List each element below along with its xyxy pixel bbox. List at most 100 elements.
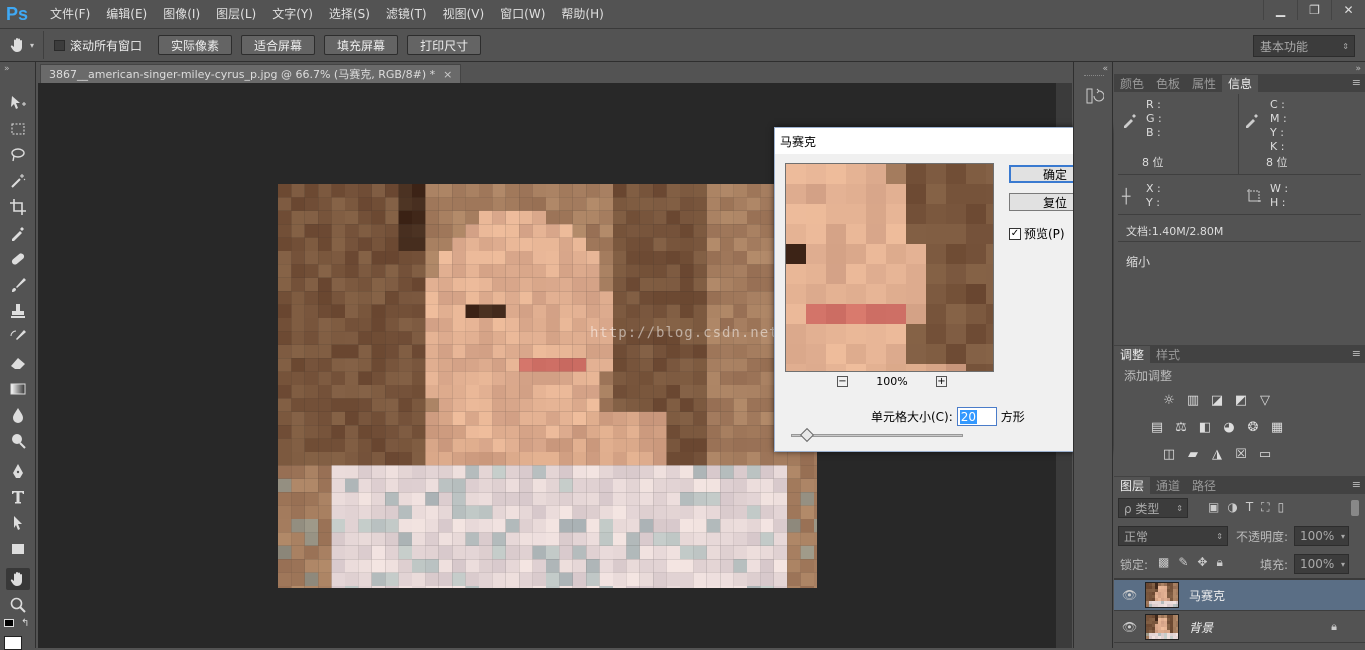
zoom-in-button[interactable]: +	[935, 376, 947, 387]
type-tool-icon[interactable]	[6, 486, 30, 508]
tab-info[interactable]: 信息	[1222, 75, 1259, 92]
vibrance-icon[interactable]: ▽	[1256, 392, 1274, 408]
menu-filter[interactable]: 滤镜(T)	[378, 0, 435, 28]
magic-wand-tool-icon[interactable]	[6, 170, 30, 192]
panel-menu-icon[interactable]: ≡	[1352, 478, 1361, 491]
slider-thumb[interactable]	[799, 427, 815, 443]
menu-select[interactable]: 选择(S)	[321, 0, 378, 28]
channel-mixer-icon[interactable]: ❂	[1244, 419, 1262, 435]
scroll-all-windows-checkbox[interactable]	[54, 39, 65, 51]
hue-saturation-icon[interactable]: ▤	[1148, 419, 1166, 435]
cell-size-input[interactable]: 20	[956, 407, 997, 426]
default-colors-icon[interactable]	[4, 619, 14, 627]
cell-size-slider[interactable]	[791, 427, 963, 443]
lasso-tool-icon[interactable]	[6, 144, 30, 166]
blend-mode-select[interactable]: 正常 ⇕	[1118, 526, 1228, 546]
shape-filter-icon[interactable]: ⛶	[1261, 500, 1269, 515]
print-size-button[interactable]: 打印尺寸	[407, 35, 482, 55]
rectangle-tool-icon[interactable]	[6, 538, 30, 560]
lock-all-icon[interactable]: 🔒︎	[1216, 555, 1222, 570]
tab-layers[interactable]: 图层	[1114, 477, 1151, 494]
collapse-arrows-icon[interactable]: «	[1102, 64, 1108, 74]
pen-tool-icon[interactable]	[6, 460, 30, 482]
filter-toggle[interactable]	[1351, 500, 1359, 516]
preview-checkbox[interactable]: ✓	[1009, 227, 1021, 240]
pixel-filter-icon[interactable]: ▣	[1208, 500, 1219, 515]
smart-object-filter-icon[interactable]: ▯	[1278, 500, 1285, 515]
fill-screen-button[interactable]: 填充屏幕	[324, 35, 399, 55]
chevron-down-icon[interactable]: ▾	[1341, 532, 1345, 541]
eye-icon[interactable]: 👁︎	[1122, 588, 1137, 602]
eraser-tool-icon[interactable]	[6, 352, 30, 374]
collapse-arrows-icon[interactable]: »	[1355, 64, 1361, 74]
blur-tool-icon[interactable]	[6, 404, 30, 426]
hand-tool-preset-icon[interactable]: ▾	[0, 31, 44, 59]
crop-tool-icon[interactable]	[6, 196, 30, 218]
menu-image[interactable]: 图像(I)	[155, 0, 208, 28]
clone-stamp-tool-icon[interactable]	[6, 300, 30, 322]
layer-row-mosaic[interactable]: 👁︎ 马赛克	[1114, 580, 1365, 611]
menu-file[interactable]: 文件(F)	[42, 0, 98, 28]
fit-screen-button[interactable]: 适合屏幕	[241, 35, 316, 55]
panel-collapse-arrows-icon[interactable]: »	[4, 64, 10, 74]
levels-icon[interactable]: ▥	[1184, 392, 1202, 408]
eye-icon[interactable]: 👁︎	[1122, 620, 1137, 634]
dialog-preview[interactable]	[785, 163, 994, 372]
close-button[interactable]: ✕	[1331, 0, 1365, 20]
panel-menu-icon[interactable]: ≡	[1352, 347, 1361, 360]
marquee-tool-icon[interactable]	[6, 118, 30, 140]
tab-paths[interactable]: 路径	[1186, 477, 1222, 494]
fill-field[interactable]: 100% ▾	[1294, 554, 1349, 574]
swap-colors-icon[interactable]: ↰	[21, 618, 29, 629]
lock-image-icon[interactable]: ✎	[1178, 555, 1188, 570]
layer-row-background[interactable]: 👁︎ 背景 🔒︎	[1114, 612, 1365, 643]
history-brush-tool-icon[interactable]	[6, 326, 30, 348]
menu-help[interactable]: 帮助(H)	[553, 0, 611, 28]
panel-menu-icon[interactable]: ≡	[1352, 76, 1361, 89]
threshold-icon[interactable]: ◮	[1208, 446, 1226, 462]
close-tab-icon[interactable]: ×	[443, 68, 452, 81]
curves-icon[interactable]: ◪	[1208, 392, 1226, 408]
tab-channels[interactable]: 通道	[1150, 477, 1186, 494]
path-selection-tool-icon[interactable]	[6, 512, 30, 534]
layer-name[interactable]: 背景	[1189, 619, 1213, 636]
document-tab[interactable]: 3867__american-singer-miley-cyrus_p.jpg …	[40, 64, 462, 83]
eyedropper-tool-icon[interactable]	[6, 222, 30, 244]
layer-filter-select[interactable]: ρ 类型 ⇕	[1118, 498, 1188, 518]
opacity-field[interactable]: 100% ▾	[1294, 526, 1349, 546]
color-lookup-icon[interactable]: ▦	[1268, 419, 1286, 435]
document-image[interactable]: http://blog.csdn.net	[278, 184, 817, 588]
history-panel-icon[interactable]	[1084, 86, 1105, 106]
black-white-icon[interactable]: ◧	[1196, 419, 1214, 435]
menu-view[interactable]: 视图(V)	[435, 0, 493, 28]
layer-name[interactable]: 马赛克	[1189, 587, 1225, 604]
lock-position-icon[interactable]: ✥	[1197, 555, 1207, 570]
chevron-down-icon[interactable]: ▾	[1341, 560, 1345, 569]
preview-checkbox-row[interactable]: ✓ 预览(P)	[1009, 225, 1065, 242]
zoom-out-button[interactable]: −	[837, 376, 848, 387]
exposure-icon[interactable]: ◩	[1232, 392, 1250, 408]
move-tool-icon[interactable]	[6, 92, 30, 114]
dodge-tool-icon[interactable]	[6, 430, 30, 452]
workspace-select[interactable]: 基本功能 ⇕	[1253, 35, 1355, 57]
healing-brush-tool-icon[interactable]	[6, 248, 30, 270]
restore-button[interactable]: ❐	[1297, 0, 1331, 20]
actual-pixels-button[interactable]: 实际像素	[158, 35, 233, 55]
adjustment-filter-icon[interactable]: ◑	[1227, 500, 1237, 515]
brightness-contrast-icon[interactable]: ☼	[1160, 392, 1178, 408]
brush-tool-icon[interactable]	[6, 274, 30, 296]
posterize-icon[interactable]: ▰	[1184, 446, 1202, 462]
photo-filter-icon[interactable]: ◕	[1220, 419, 1238, 435]
gradient-map-icon[interactable]: ▭	[1256, 446, 1274, 462]
menu-layer[interactable]: 图层(L)	[208, 0, 264, 28]
tab-properties[interactable]: 属性	[1186, 75, 1222, 92]
menu-window[interactable]: 窗口(W)	[492, 0, 553, 28]
tab-color[interactable]: 颜色	[1114, 75, 1150, 92]
selective-color-icon[interactable]: ☒	[1232, 446, 1250, 462]
type-filter-icon[interactable]: T	[1246, 500, 1253, 515]
menu-edit[interactable]: 编辑(E)	[98, 0, 155, 28]
minimize-button[interactable]: ▁	[1263, 0, 1297, 20]
menu-type[interactable]: 文字(Y)	[264, 0, 321, 28]
color-balance-icon[interactable]: ⚖	[1172, 419, 1190, 435]
lock-transparent-icon[interactable]: ▩	[1158, 555, 1169, 570]
